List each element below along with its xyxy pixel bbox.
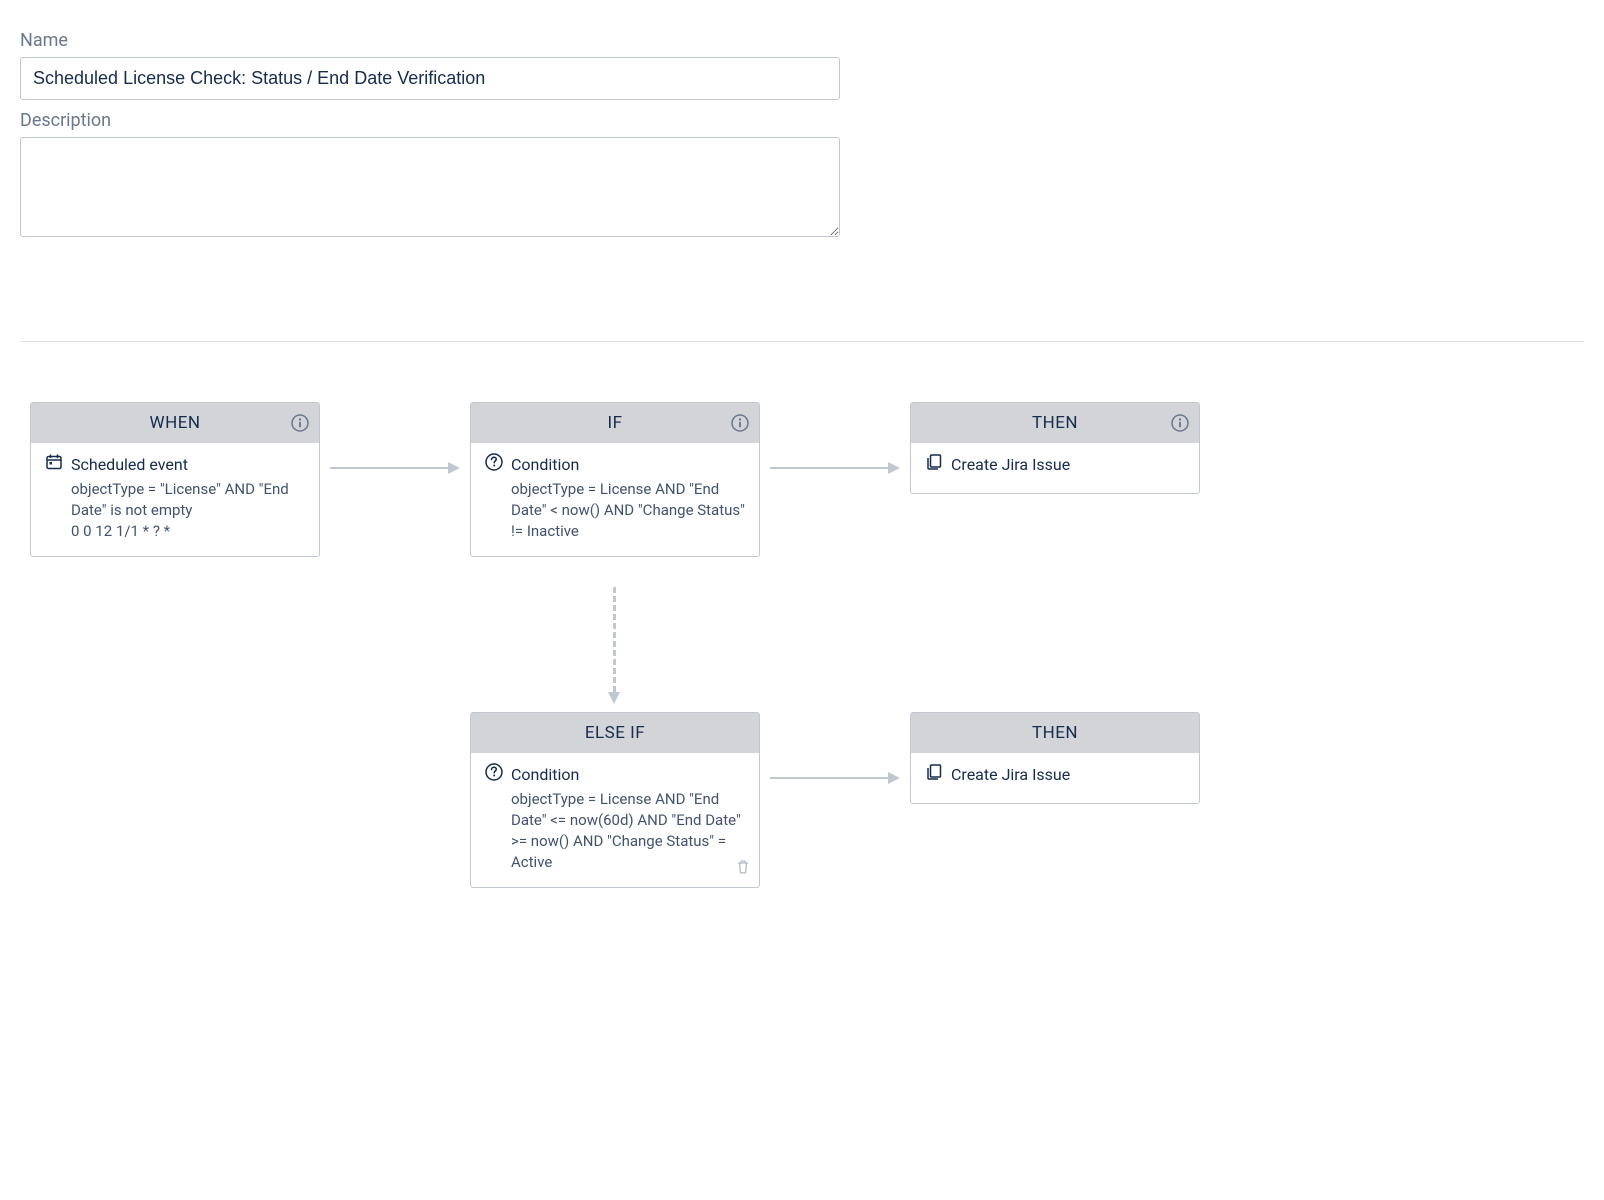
name-input[interactable] [20,57,840,100]
then2-body: Create Jira Issue [911,753,1199,803]
when-header-text: WHEN [150,413,201,433]
if-body: Condition objectType = License AND "End … [471,443,759,556]
arrow-elseif-to-then [770,777,888,779]
if-node[interactable]: IF Condition objectType = License AND "E… [470,402,760,557]
then2-header: THEN [911,713,1199,753]
arrow-head-icon [448,462,460,474]
arrow-head-icon [888,772,900,784]
then1-header-text: THEN [1032,413,1078,433]
when-detail-2: 0 0 12 1/1 * ? * [45,521,305,542]
then-node-2[interactable]: THEN Create Jira Issue [910,712,1200,804]
when-body: Scheduled event objectType = "License" A… [31,443,319,556]
form-section: Name Description [20,30,840,241]
question-icon [485,453,503,475]
when-title: Scheduled event [71,455,188,474]
copy-icon [925,453,943,475]
if-header: IF [471,403,759,443]
info-icon[interactable] [731,414,749,432]
copy-icon [925,763,943,785]
then1-title: Create Jira Issue [951,455,1070,474]
info-icon[interactable] [1171,414,1189,432]
if-header-text: IF [607,413,622,433]
question-icon [485,763,503,785]
when-header: WHEN [31,403,319,443]
elseif-body: Condition objectType = License AND "End … [471,753,759,887]
if-detail: objectType = License AND "End Date" < no… [485,479,745,542]
elseif-title: Condition [511,765,579,784]
then2-title: Create Jira Issue [951,765,1070,784]
arrow-when-to-if [330,467,448,469]
section-divider [20,341,1584,342]
trash-icon[interactable] [735,859,751,879]
automation-flow: WHEN Scheduled event objectType = "Licen… [30,402,1230,982]
description-input[interactable] [20,137,840,237]
then1-header: THEN [911,403,1199,443]
arrow-head-icon [888,462,900,474]
arrow-if-to-then [770,467,888,469]
info-icon[interactable] [291,414,309,432]
then2-header-text: THEN [1032,723,1078,743]
arrow-head-down-icon [608,692,620,704]
then-node-1[interactable]: THEN Create Jira Issue [910,402,1200,494]
arrow-if-to-elseif [613,587,616,692]
when-detail-1: objectType = "License" AND "End Date" is… [45,479,305,521]
description-label: Description [20,110,840,131]
calendar-icon [45,453,63,475]
elseif-header-text: ELSE IF [585,723,645,743]
elseif-header: ELSE IF [471,713,759,753]
then1-body: Create Jira Issue [911,443,1199,493]
elseif-node[interactable]: ELSE IF Condition objectType = License A… [470,712,760,888]
if-title: Condition [511,455,579,474]
name-label: Name [20,30,840,51]
when-node[interactable]: WHEN Scheduled event objectType = "Licen… [30,402,320,557]
elseif-detail: objectType = License AND "End Date" <= n… [485,789,745,873]
